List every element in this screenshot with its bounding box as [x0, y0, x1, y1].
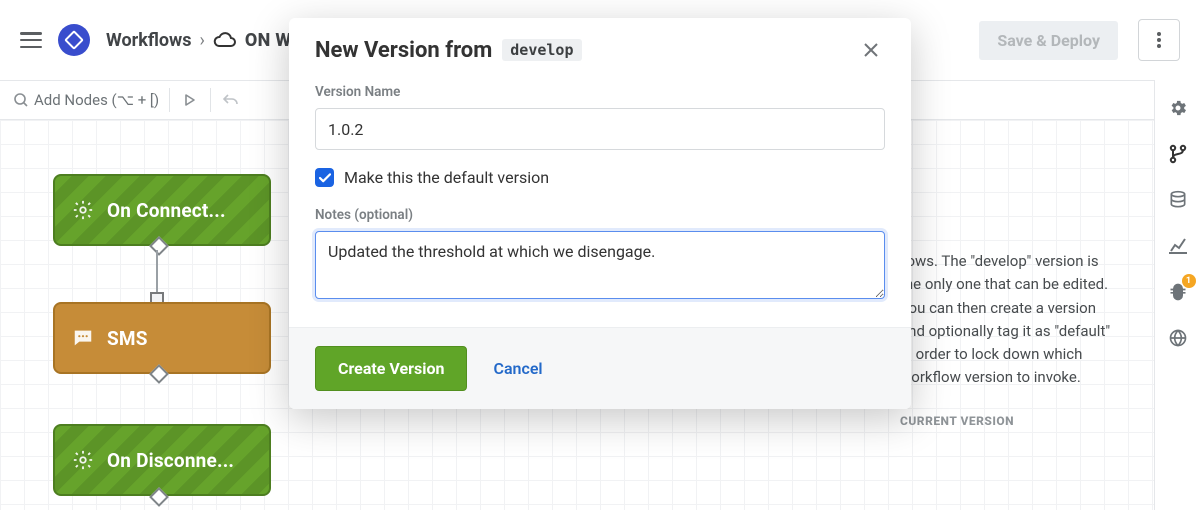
- create-version-button[interactable]: Create Version: [315, 346, 467, 391]
- version-name-label: Version Name: [315, 84, 885, 100]
- create-version-modal: New Version from develop Version Name Ma…: [289, 18, 911, 409]
- close-icon[interactable]: [857, 36, 885, 64]
- source-version-badge: develop: [502, 39, 581, 61]
- default-version-label: Make this the default version: [344, 168, 549, 187]
- version-name-input[interactable]: [315, 108, 885, 150]
- cancel-button[interactable]: Cancel: [493, 359, 542, 378]
- notes-label: Notes (optional): [315, 207, 885, 223]
- default-version-checkbox[interactable]: [315, 168, 334, 187]
- modal-title: New Version from: [315, 38, 492, 63]
- notes-textarea[interactable]: [315, 231, 885, 299]
